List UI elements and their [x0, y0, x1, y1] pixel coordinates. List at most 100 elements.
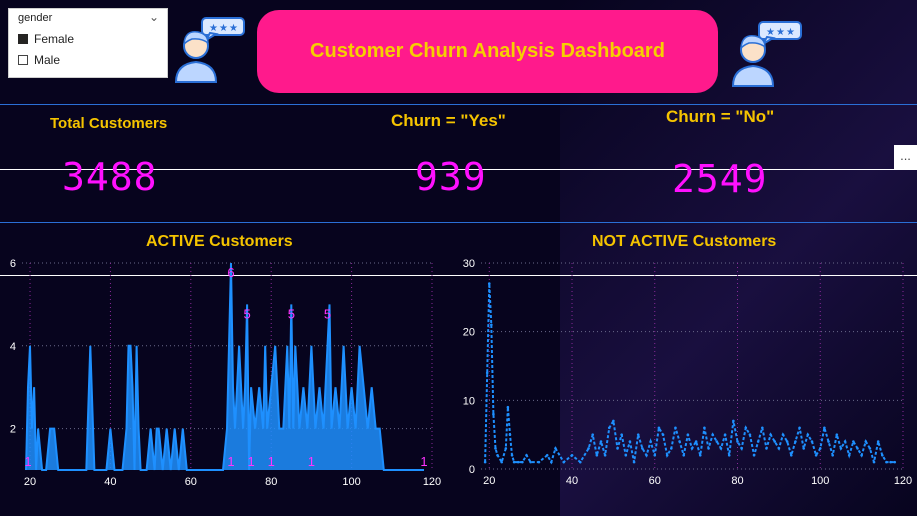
x-tick-label: 80 [731, 475, 743, 487]
data-point [889, 460, 892, 464]
data-point [682, 453, 686, 457]
data-point [872, 460, 876, 464]
data-point [835, 433, 839, 436]
data-point [578, 460, 582, 464]
y-tick-label: 2 [10, 424, 16, 436]
data-point [665, 453, 669, 457]
data-point [847, 453, 851, 457]
data-point [876, 440, 880, 443]
chart-title-active: ACTIVE Customers [146, 233, 293, 250]
y-tick-label: 6 [10, 258, 16, 270]
data-point [761, 426, 764, 430]
x-tick-label: 40 [104, 476, 116, 488]
data-point [740, 447, 743, 450]
data-point [773, 440, 777, 443]
data-point [516, 460, 520, 464]
checkbox-unchecked-icon[interactable] [18, 55, 28, 65]
kpi-label-total-customers: Total Customers [50, 115, 168, 132]
chart-title-not-active: NOT ACTIVE Customers [592, 233, 777, 250]
data-point [678, 440, 681, 443]
kpi-label-churn-no: Churn = "No" [666, 107, 775, 126]
x-tick-label: 40 [566, 475, 578, 487]
svg-text:★: ★ [766, 27, 775, 38]
x-tick-label: 120 [423, 476, 441, 488]
data-point [674, 426, 677, 430]
gender-slicer[interactable]: gender ⌄ Female Male [8, 8, 168, 78]
data-point [492, 412, 495, 416]
data-point [485, 371, 489, 375]
customer-review-avatar-icon: ★ ★ ★ [174, 17, 245, 83]
slicer-option-male[interactable]: Male [18, 53, 60, 67]
y-tick-label: 4 [10, 341, 16, 353]
data-point [595, 453, 599, 457]
svg-text:★: ★ [776, 27, 785, 38]
customer-review-avatar-icon: ★ ★ ★ [731, 21, 802, 87]
data-point [694, 440, 698, 443]
data-point [624, 453, 628, 457]
not-active-customers-chart[interactable]: 0 10 20 30 20 40 60 80 100 120 [455, 255, 915, 490]
data-point [703, 426, 706, 430]
chevron-down-icon[interactable]: ⌄ [149, 10, 159, 24]
data-point [719, 447, 723, 450]
data-point [570, 453, 574, 457]
x-tick-label: 60 [185, 476, 197, 488]
kpi-label-churn-yes: Churn = "Yes" [391, 111, 506, 130]
data-point [628, 440, 632, 443]
data-point [508, 433, 512, 436]
slicer-option-female[interactable]: Female [18, 32, 74, 46]
x-tick-label: 80 [265, 476, 277, 488]
data-point [732, 419, 735, 423]
data-point [765, 447, 768, 450]
data-label: 5 [243, 306, 250, 321]
data-point [653, 453, 657, 457]
data-point [483, 460, 487, 464]
data-label: 1 [227, 454, 234, 469]
data-point [806, 433, 810, 436]
data-point [632, 460, 636, 464]
data-point [736, 440, 739, 443]
active-customers-chart[interactable]: 24620 40 60 80 100 12016151 15151 [0, 255, 441, 490]
slicer-option-label: Female [34, 32, 75, 46]
data-point [521, 460, 524, 464]
data-point [649, 440, 652, 443]
data-point [769, 433, 772, 436]
data-label: 1 [268, 454, 275, 469]
data-point [756, 440, 760, 443]
data-point [494, 447, 497, 450]
data-point [860, 453, 863, 457]
data-point [554, 447, 557, 450]
data-point [512, 460, 516, 464]
data-point [599, 440, 603, 443]
data-point [698, 453, 702, 457]
data-point [545, 453, 549, 457]
data-point [587, 447, 590, 450]
data-point [603, 453, 607, 457]
x-tick-label: 20 [483, 475, 495, 487]
data-point [843, 440, 847, 443]
more-options-icon[interactable]: ... [894, 145, 917, 169]
data-point [827, 440, 830, 443]
y-tick-label: 10 [463, 395, 475, 407]
kpi-value-churn-yes: 939 [415, 155, 487, 199]
data-point [487, 282, 491, 285]
data-point [550, 460, 553, 464]
data-point [645, 453, 648, 457]
data-point [818, 447, 822, 450]
data-point [868, 447, 872, 450]
data-point [802, 447, 806, 450]
x-tick-label: 120 [894, 475, 912, 487]
data-point [885, 460, 888, 464]
data-point [686, 433, 690, 436]
data-point [529, 460, 532, 464]
data-point [831, 453, 834, 457]
data-point [777, 447, 781, 450]
data-point [752, 453, 756, 457]
data-point [864, 440, 868, 443]
checkbox-checked-icon[interactable] [18, 34, 28, 44]
data-point [562, 460, 566, 464]
data-label: 6 [227, 265, 234, 280]
x-tick-label: 20 [24, 476, 36, 488]
data-point [715, 440, 719, 443]
slicer-option-label: Male [34, 53, 61, 67]
data-point [727, 453, 731, 457]
